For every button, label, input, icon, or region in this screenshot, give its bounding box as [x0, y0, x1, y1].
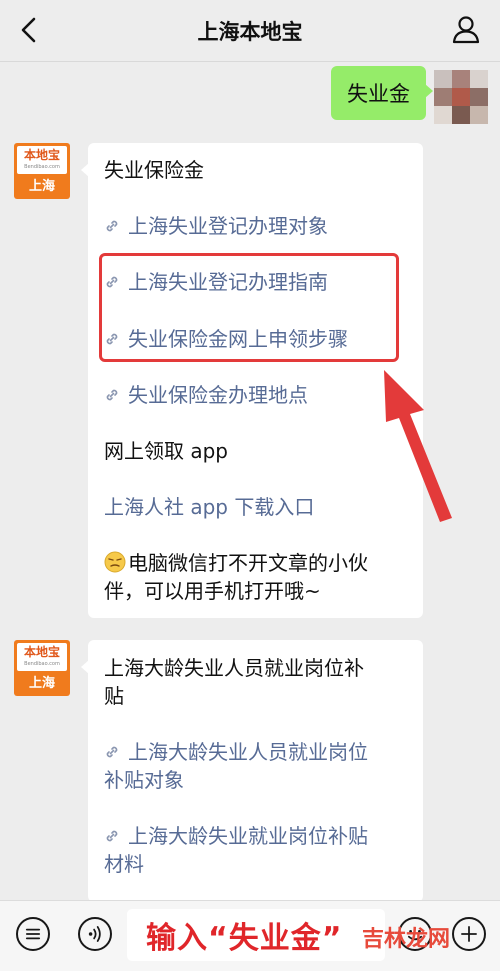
article-link[interactable]: 补贴对象 [104, 766, 413, 794]
bot-avatar[interactable]: 本地宝 Bendibao.com 上海 [14, 143, 70, 199]
message-title: 贴 [104, 684, 124, 708]
highlight-box [99, 253, 399, 362]
link-icon [106, 220, 118, 232]
article-link[interactable]: 上海失业登记办理对象 [104, 212, 413, 240]
note-line: 电脑微信打不开文章的小伙 [104, 549, 413, 577]
link-icon [106, 830, 118, 842]
bot-logo: 本地宝 Bendibao.com [17, 643, 67, 671]
profile-icon[interactable] [450, 13, 482, 45]
user-avatar[interactable] [434, 70, 488, 124]
voice-icon[interactable] [78, 917, 112, 951]
app-download-link[interactable]: 上海人社 app 下载入口 [104, 493, 413, 521]
bot-logo: 本地宝 Bendibao.com [17, 146, 67, 174]
sent-message-bubble[interactable]: 失业金 [331, 66, 433, 120]
article-link[interactable]: 上海大龄失业就业岗位补贴 [104, 822, 413, 850]
chat-title: 上海本地宝 [197, 20, 303, 44]
message-title: 上海大龄失业人员就业岗位补 [104, 656, 364, 680]
article-link[interactable]: 失业保险金办理地点 [104, 381, 413, 409]
input-text: 输入“失业金” [146, 921, 343, 956]
bot-message-bubble: 失业保险金 上海失业登记办理对象 上海失业登记办理指南 失业保险金网上申领步骤 … [81, 143, 423, 618]
message-title: 失业保险金 [104, 158, 204, 182]
menu-icon[interactable] [16, 917, 50, 951]
article-link[interactable]: 上海大龄失业人员就业岗位 [104, 738, 413, 766]
sent-message-text: 失业金 [347, 82, 410, 106]
link-icon [106, 389, 118, 401]
plus-icon[interactable] [452, 917, 486, 951]
pointer-arrow-icon [384, 370, 452, 522]
emoji-icon [104, 551, 126, 573]
watermark-text: 吉林龙网 [362, 927, 451, 952]
bot-message-bubble: 上海大龄失业人员就业岗位补 贴 上海大龄失业人员就业岗位 补贴对象 上海大龄失业… [81, 640, 423, 902]
link-icon [106, 746, 118, 758]
input-bar: 输入“失业金” 吉林龙网 [0, 900, 500, 971]
article-link[interactable]: 材料 [104, 850, 413, 878]
chat-header: 上海本地宝 [0, 0, 500, 62]
bot-avatar[interactable]: 本地宝 Bendibao.com 上海 [14, 640, 70, 696]
app-heading: 网上领取 app [104, 439, 229, 463]
note-line: 伴，可以用手机打开哦~ [104, 579, 321, 603]
